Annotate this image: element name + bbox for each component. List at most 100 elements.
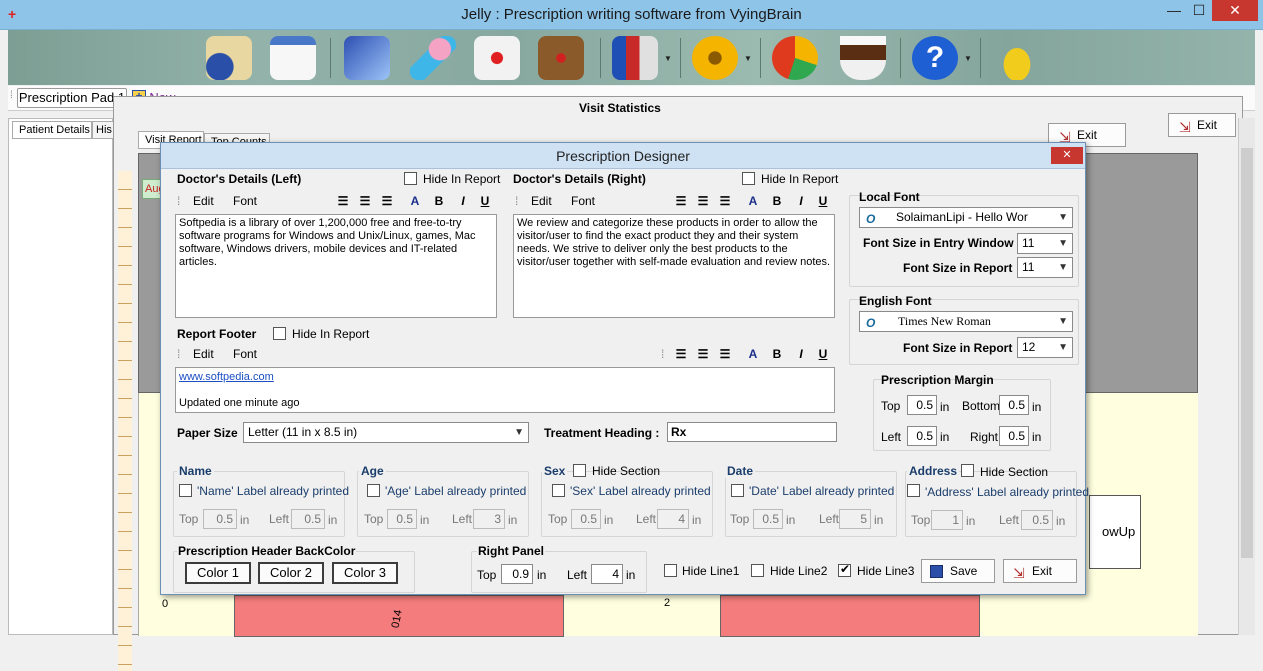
doctor-left-editor[interactable]: Softpedia is a library of over 1,200,000… bbox=[175, 214, 497, 318]
local-font-select[interactable]: O SolaimanLipi - Hello Wor ▼ bbox=[859, 207, 1073, 228]
treatment-heading-input[interactable]: Rx bbox=[667, 422, 837, 442]
margin-top-input[interactable]: 0.5 bbox=[907, 395, 937, 415]
address-left-input[interactable]: 0.5 bbox=[1021, 510, 1053, 530]
font-color-icon[interactable]: A bbox=[743, 192, 763, 210]
sex-printed-checkbox[interactable] bbox=[552, 484, 565, 497]
address-printed-checkbox[interactable] bbox=[907, 484, 920, 497]
calendar-clock-icon[interactable] bbox=[206, 36, 252, 80]
underline-icon[interactable]: U bbox=[813, 345, 833, 363]
name-top-input[interactable]: 0.5 bbox=[203, 509, 237, 529]
align-left-icon[interactable]: ☰ bbox=[671, 345, 691, 363]
sex-top-input[interactable]: 0.5 bbox=[571, 509, 601, 529]
margin-left-input[interactable]: 0.5 bbox=[907, 426, 937, 446]
footer-edit-menu[interactable]: Edit bbox=[193, 347, 214, 361]
right-panel-left-input[interactable]: 4 bbox=[591, 564, 623, 584]
close-button[interactable]: ✕ bbox=[1212, 0, 1258, 21]
align-left-icon[interactable]: ☰ bbox=[671, 192, 691, 210]
address-hide-checkbox[interactable] bbox=[961, 464, 974, 477]
align-center-icon[interactable]: ☰ bbox=[355, 192, 375, 210]
footer-link[interactable]: www.softpedia.com bbox=[179, 371, 831, 384]
minimize-button[interactable]: — bbox=[1160, 0, 1188, 21]
margin-bottom-input[interactable]: 0.5 bbox=[999, 395, 1029, 415]
exit-button[interactable]: ⇲ Exit bbox=[1003, 559, 1077, 583]
bold-icon[interactable]: B bbox=[767, 192, 787, 210]
address-top-input[interactable]: 1 bbox=[931, 510, 963, 530]
right-panel-top-input[interactable]: 0.9 bbox=[501, 564, 533, 584]
italic-icon[interactable]: I bbox=[791, 192, 811, 210]
maximize-button[interactable]: ☐ bbox=[1188, 0, 1210, 21]
pills-icon[interactable] bbox=[410, 36, 456, 80]
hide-left-checkbox[interactable] bbox=[404, 172, 417, 185]
vertical-scrollbar[interactable] bbox=[1238, 118, 1255, 635]
date-top-input[interactable]: 0.5 bbox=[753, 509, 783, 529]
coffee-cup-icon[interactable] bbox=[840, 36, 886, 80]
tab-history[interactable]: His bbox=[92, 121, 114, 139]
footer-font-menu[interactable]: Font bbox=[233, 347, 257, 361]
hide-line1-checkbox[interactable] bbox=[664, 564, 677, 577]
age-printed-checkbox[interactable] bbox=[367, 484, 380, 497]
font-color-icon[interactable]: A bbox=[743, 345, 763, 363]
report-footer-editor[interactable]: www.softpedia.com Updated one minute ago bbox=[175, 367, 835, 413]
date-left-input[interactable]: 5 bbox=[839, 509, 871, 529]
left-font-menu[interactable]: Font bbox=[233, 194, 257, 208]
chevron-down-icon[interactable]: ▼ bbox=[964, 54, 972, 63]
right-edit-menu[interactable]: Edit bbox=[531, 194, 552, 208]
books-icon[interactable] bbox=[612, 36, 658, 80]
english-size-report-select[interactable]: 12 ▼ bbox=[1017, 337, 1073, 358]
paper-size-select[interactable]: Letter (11 in x 8.5 in) ▼ bbox=[243, 422, 529, 443]
color-2-button[interactable]: Color 2 bbox=[258, 562, 324, 584]
italic-icon[interactable]: I bbox=[791, 345, 811, 363]
dialog-close-button[interactable]: ✕ bbox=[1051, 147, 1083, 164]
sex-hide-checkbox[interactable] bbox=[573, 464, 586, 477]
italic-icon[interactable]: I bbox=[453, 192, 473, 210]
font-size-entry-select[interactable]: 11 ▼ bbox=[1017, 233, 1073, 254]
margin-right-input[interactable]: 0.5 bbox=[999, 426, 1029, 446]
align-right-icon[interactable]: ☰ bbox=[715, 345, 735, 363]
pie-chart-icon[interactable] bbox=[772, 36, 818, 80]
notepad-icon[interactable] bbox=[270, 36, 316, 80]
hide-footer-checkbox[interactable] bbox=[273, 327, 286, 340]
underline-icon[interactable]: U bbox=[813, 192, 833, 210]
hide-right-checkbox[interactable] bbox=[742, 172, 755, 185]
date-printed-checkbox[interactable] bbox=[731, 484, 744, 497]
right-font-menu[interactable]: Font bbox=[571, 194, 595, 208]
underline-icon[interactable]: U bbox=[475, 192, 495, 210]
hide-line3-checkbox[interactable] bbox=[838, 562, 851, 577]
align-right-icon[interactable]: ☰ bbox=[715, 192, 735, 210]
font-color-icon[interactable]: A bbox=[405, 192, 425, 210]
gear-icon[interactable] bbox=[692, 36, 738, 80]
save-button[interactable]: Save bbox=[921, 559, 995, 583]
sex-left-input[interactable]: 4 bbox=[657, 509, 689, 529]
color-1-button[interactable]: Color 1 bbox=[185, 562, 251, 584]
color-3-button[interactable]: Color 3 bbox=[332, 562, 398, 584]
hide-line2-checkbox[interactable] bbox=[751, 564, 764, 577]
doctor-right-editor[interactable]: We review and categorize these products … bbox=[513, 214, 835, 318]
left-edit-menu[interactable]: Edit bbox=[193, 194, 214, 208]
name-printed-checkbox[interactable] bbox=[179, 484, 192, 497]
align-center-icon[interactable]: ☰ bbox=[693, 192, 713, 210]
align-left-icon[interactable]: ☰ bbox=[333, 192, 353, 210]
age-top-input[interactable]: 0.5 bbox=[387, 509, 417, 529]
medical-bag-icon[interactable] bbox=[538, 36, 584, 80]
age-left-input[interactable]: 3 bbox=[473, 509, 505, 529]
align-center-icon[interactable]: ☰ bbox=[693, 345, 713, 363]
first-aid-icon[interactable] bbox=[474, 36, 520, 80]
local-size-report-select[interactable]: 11 ▼ bbox=[1017, 257, 1073, 278]
unit-label: in bbox=[508, 513, 518, 527]
car-icon[interactable] bbox=[994, 36, 1040, 80]
english-font-select[interactable]: O Times New Roman ▼ bbox=[859, 311, 1073, 332]
name-left-input[interactable]: 0.5 bbox=[291, 509, 325, 529]
align-right-icon[interactable]: ☰ bbox=[377, 192, 397, 210]
tab-prescription-pad-1[interactable]: Prescription Pad 1 bbox=[17, 88, 127, 108]
tab-patient-details[interactable]: Patient Details bbox=[12, 121, 92, 139]
chevron-down-icon[interactable]: ▼ bbox=[664, 54, 672, 63]
main-exit-button[interactable]: ⇲ Exit bbox=[1168, 113, 1236, 137]
english-font-value: Times New Roman bbox=[898, 314, 991, 328]
bold-icon[interactable]: B bbox=[767, 345, 787, 363]
bold-icon[interactable]: B bbox=[429, 192, 449, 210]
help-icon[interactable]: ? bbox=[912, 36, 958, 80]
picture-star-icon[interactable] bbox=[344, 36, 390, 80]
chevron-down-icon[interactable]: ▼ bbox=[744, 54, 752, 63]
scrollbar-thumb[interactable] bbox=[1241, 148, 1253, 558]
row-stripe bbox=[118, 171, 132, 671]
